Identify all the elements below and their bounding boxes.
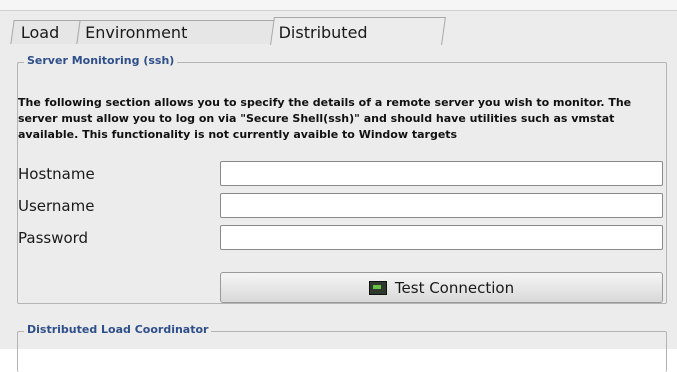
distributed-load-coordinator-group: Distributed Load Coordinator (17, 323, 667, 372)
test-connection-label: Test Connection (394, 278, 515, 297)
hostname-label: Hostname (18, 165, 95, 183)
hostname-input[interactable] (220, 161, 663, 186)
window: Load Environment Variables Distributed C… (0, 0, 677, 372)
password-input[interactable] (220, 225, 663, 250)
distributed-controls-panel: Server Monitoring (ssh) The following se… (10, 45, 677, 372)
username-input[interactable] (220, 193, 663, 218)
username-label: Username (18, 197, 95, 215)
distributed-load-coordinator-title: Distributed Load Coordinator (24, 323, 212, 336)
terminal-icon (368, 280, 387, 295)
server-monitoring-group: Server Monitoring (ssh) The following se… (17, 54, 667, 304)
window-top-bar (0, 0, 677, 11)
tab-environment-variables[interactable]: Environment Variables (76, 20, 276, 66)
server-monitoring-title: Server Monitoring (ssh) (24, 54, 178, 67)
test-connection-button[interactable]: Test Connection (220, 272, 663, 303)
tab-bar: Load Environment Variables Distributed C… (10, 17, 677, 72)
tab-distributed-controls[interactable]: Distributed Controls (270, 17, 446, 72)
server-monitoring-description: The following section allows you to spec… (18, 96, 632, 141)
password-label: Password (18, 229, 89, 247)
tab-load[interactable]: Load (10, 20, 81, 44)
